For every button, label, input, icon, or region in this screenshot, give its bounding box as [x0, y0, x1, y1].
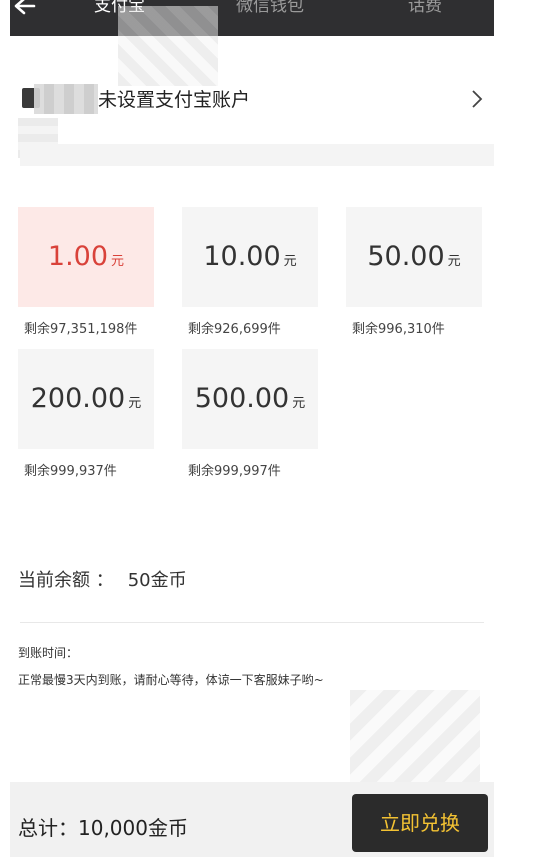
amount-value: 10.00 元 [203, 241, 297, 272]
bottom-bar: 总计：10,000金币 立即兑换 [10, 782, 494, 857]
amount-remaining: 剩余999,937件 [24, 464, 117, 479]
balance-label: 当前余额 ： [18, 570, 114, 591]
top-tab-bar: 支付宝 微信钱包 话费 [10, 0, 494, 36]
amount-value: 50.00 元 [367, 241, 461, 272]
back-arrow-icon[interactable] [12, 0, 38, 24]
balance-value: 50金币 [127, 570, 187, 591]
tab-wechat-wallet[interactable]: 微信钱包 [236, 0, 304, 24]
account-label: 未设置支付宝账户 [98, 89, 251, 111]
divider-line [20, 622, 484, 623]
arrival-time-title: 到账时间： [18, 646, 79, 660]
amount-option-1[interactable]: 1.00 元 [18, 207, 154, 307]
exchange-now-button[interactable]: 立即兑换 [352, 794, 488, 852]
current-balance: 当前余额 ： 50金币 [18, 566, 187, 592]
amount-value: 200.00 元 [30, 383, 142, 414]
amount-option-500[interactable]: 500.00 元 [182, 349, 318, 449]
amount-option-200[interactable]: 200.00 元 [18, 349, 154, 449]
amount-value: 500.00 元 [194, 383, 306, 414]
amount-remaining: 剩余926,699件 [188, 322, 281, 337]
section-divider [20, 144, 494, 166]
amount-remaining: 剩余999,997件 [188, 464, 281, 479]
amount-remaining: 剩余996,310件 [352, 322, 445, 337]
amount-remaining: 剩余97,351,198件 [24, 322, 138, 337]
alipay-account-row[interactable]: 未设置支付宝账户 [10, 72, 494, 128]
amount-option-50[interactable]: 50.00 元 [346, 207, 482, 307]
amount-option-10[interactable]: 10.00 元 [182, 207, 318, 307]
total-amount: 总计：10,000金币 [18, 816, 188, 840]
exchange-page: 支付宝 微信钱包 话费 未设置支付宝账户 1.00元 剩余97,351,198件… [10, 0, 494, 857]
tab-phone-credit[interactable]: 话费 [408, 0, 442, 24]
arrival-time-text: 正常最慢3天内到账，请耐心等待，体谅一下客服妹子哟~ [18, 673, 324, 687]
mosaic-blur [34, 84, 98, 114]
amount-value: 1.00 元 [47, 241, 125, 272]
chevron-right-icon [472, 90, 483, 108]
